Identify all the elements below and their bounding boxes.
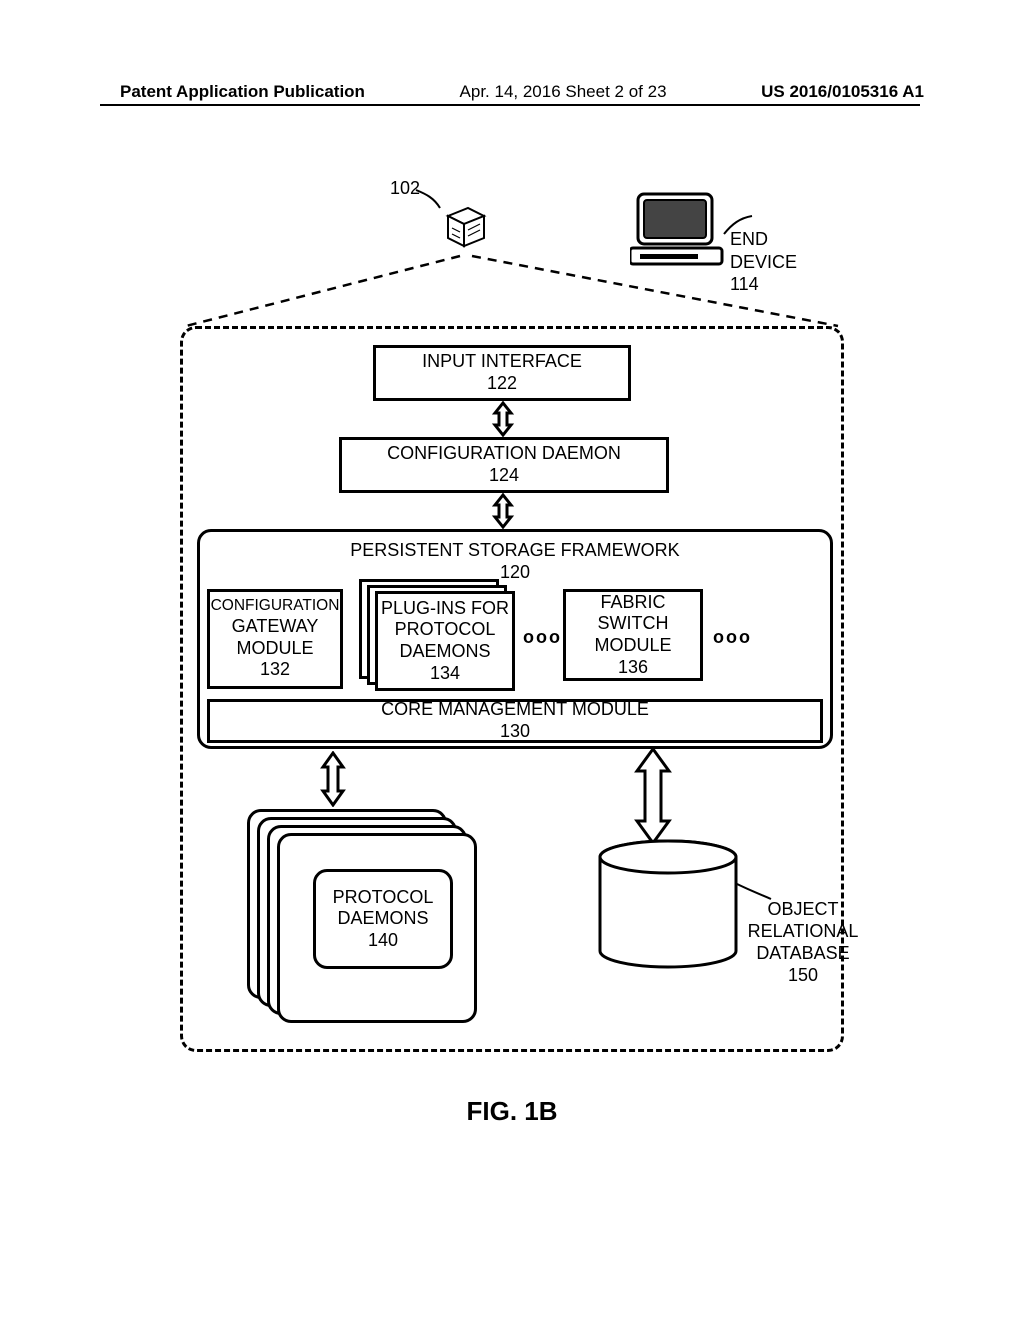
cg-l2: GATEWAY bbox=[232, 616, 319, 638]
plg-num: 134 bbox=[430, 663, 460, 685]
end-device-text: END DEVICE bbox=[730, 229, 797, 272]
pd-l2: DAEMONS bbox=[337, 908, 428, 930]
psf-label: PERSISTENT STORAGE FRAMEWORK bbox=[350, 540, 679, 560]
config-daemon-block: CONFIGURATION DAEMON 124 bbox=[339, 437, 669, 493]
top-icons-group: 102 END DEVICE 114 bbox=[420, 190, 800, 300]
network-switch-icon bbox=[438, 198, 492, 252]
page-header: Patent Application Publication Apr. 14, … bbox=[0, 82, 1024, 102]
fabric-switch-module: FABRIC SWITCH MODULE 136 bbox=[563, 589, 703, 681]
protocol-daemons-stack: PROTOCOL DAEMONS 140 bbox=[247, 809, 487, 1017]
plugins-stack: PLUG-INS FOR PROTOCOL DAEMONS 134 bbox=[359, 579, 519, 689]
pd-num: 140 bbox=[368, 930, 398, 952]
ref-102: 102 bbox=[390, 178, 420, 199]
fs-l2: MODULE bbox=[594, 635, 671, 657]
plugins-block: PLUG-INS FOR PROTOCOL DAEMONS 134 bbox=[375, 591, 515, 691]
protocol-daemons-block: PROTOCOL DAEMONS 140 bbox=[313, 869, 453, 969]
main-container: INPUT INTERFACE 122 CONFIGURATION DAEMON… bbox=[180, 326, 844, 1052]
bi-arrow-3 bbox=[313, 751, 353, 807]
ellipsis-1: ooo bbox=[523, 627, 562, 648]
db-l1: OBJECT bbox=[767, 899, 838, 919]
end-device-num: 114 bbox=[730, 274, 759, 294]
psf-title: PERSISTENT STORAGE FRAMEWORK 120 bbox=[200, 540, 830, 583]
config-daemon-label: CONFIGURATION DAEMON bbox=[387, 443, 621, 465]
input-interface-num: 122 bbox=[487, 373, 517, 395]
cg-l3: MODULE bbox=[236, 638, 313, 660]
header-right: US 2016/0105316 A1 bbox=[761, 82, 924, 102]
bi-arrow-1 bbox=[487, 401, 519, 437]
fs-l1: FABRIC SWITCH bbox=[566, 592, 700, 635]
bi-arrow-4 bbox=[623, 747, 683, 845]
config-gateway-module: CONFIGURATION GATEWAY MODULE 132 bbox=[207, 589, 343, 689]
db-label: OBJECT RELATIONAL DATABASE 150 bbox=[743, 899, 863, 987]
bi-arrow-2 bbox=[487, 493, 519, 529]
monitor-icon bbox=[630, 190, 730, 270]
core-management-module: CORE MANAGEMENT MODULE 130 bbox=[207, 699, 823, 743]
db-l3: DATABASE bbox=[756, 943, 849, 963]
input-interface-block: INPUT INTERFACE 122 bbox=[373, 345, 631, 401]
plg-l1: PLUG-INS FOR bbox=[381, 598, 509, 620]
header-mid: Apr. 14, 2016 Sheet 2 of 23 bbox=[460, 82, 667, 102]
db-num: 150 bbox=[788, 965, 818, 985]
end-device-label: END DEVICE 114 bbox=[730, 228, 800, 296]
database-icon bbox=[593, 839, 743, 969]
core-label: CORE MANAGEMENT MODULE bbox=[381, 699, 649, 721]
header-rule bbox=[100, 104, 920, 106]
cg-num: 132 bbox=[260, 659, 290, 681]
plg-l3: DAEMONS bbox=[399, 641, 490, 663]
plg-l2: PROTOCOL bbox=[395, 619, 496, 641]
core-num: 130 bbox=[500, 721, 530, 743]
db-l2: RELATIONAL bbox=[748, 921, 859, 941]
cg-l1: CONFIGURATION bbox=[211, 597, 340, 616]
pd-l1: PROTOCOL bbox=[333, 887, 434, 909]
figure-caption: FIG. 1B bbox=[0, 1096, 1024, 1127]
ellipsis-2: ooo bbox=[713, 627, 752, 648]
fs-num: 136 bbox=[618, 657, 648, 679]
config-daemon-num: 124 bbox=[489, 465, 519, 487]
input-interface-label: INPUT INTERFACE bbox=[422, 351, 582, 373]
header-left: Patent Application Publication bbox=[120, 82, 365, 102]
